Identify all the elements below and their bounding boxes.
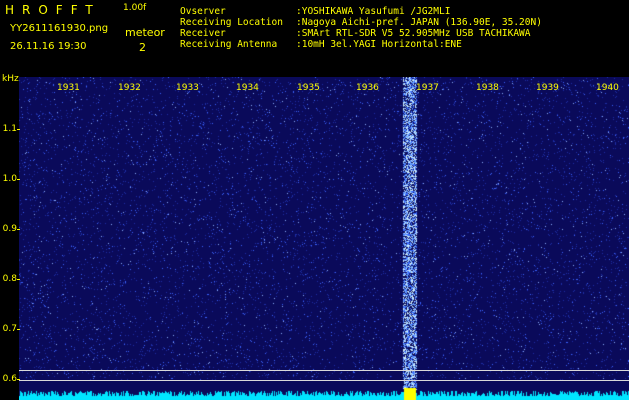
meteor-label: meteor <box>125 26 165 39</box>
info-value: :YOSHIKAWA Yasufumi /JG2MLI <box>296 6 451 17</box>
info-value: :10mH 3el.YAGI Horizontal:ENE <box>296 39 462 50</box>
info-label: Receiving Antenna <box>180 39 278 50</box>
x-tick-label: 1940 <box>596 83 619 93</box>
file-name: YY2611161930.png <box>10 23 109 34</box>
x-tick-label: 1931 <box>57 83 80 93</box>
info-row-location: Receiving Location :Nagoya Aichi-pref. J… <box>180 17 542 28</box>
x-tick-label: 1939 <box>536 83 559 93</box>
x-tick-label: 1937 <box>416 83 439 93</box>
app-version: 1.00f <box>123 3 147 13</box>
y-tick <box>17 179 20 180</box>
spectrogram-canvas <box>19 77 629 400</box>
app-title: HROFFT <box>5 3 101 17</box>
x-tick-label: 1938 <box>476 83 499 93</box>
date-time: 26.11.16 19:30 <box>10 41 87 52</box>
info-row-antenna: Receiving Antenna :10mH 3el.YAGI Horizon… <box>180 39 542 50</box>
y-tick-label: 0.6 <box>2 374 17 384</box>
info-label: Receiver <box>180 28 226 39</box>
y-tick <box>17 129 20 130</box>
y-tick <box>17 329 20 330</box>
x-tick-label: 1932 <box>118 83 141 93</box>
info-value: :SMArt RTL-SDR V5 52.905MHz USB TACHIKAW… <box>296 28 531 39</box>
info-label: Ovserver <box>180 6 226 17</box>
y-tick <box>17 279 20 280</box>
info-label: Receiving Location <box>180 17 283 28</box>
y-tick-label: 0.8 <box>2 274 17 284</box>
station-info: Ovserver :YOSHIKAWA Yasufumi /JG2MLI Rec… <box>180 6 542 50</box>
x-tick-label: 1936 <box>356 83 379 93</box>
info-row-observer: Ovserver :YOSHIKAWA Yasufumi /JG2MLI <box>180 6 542 17</box>
threshold-line <box>19 370 629 371</box>
threshold-line <box>19 380 629 381</box>
info-row-receiver: Receiver :SMArt RTL-SDR V5 52.905MHz USB… <box>180 28 542 39</box>
x-tick-label: 1934 <box>236 83 259 93</box>
info-value: :Nagoya Aichi-pref. JAPAN (136.90E, 35.2… <box>296 17 542 28</box>
y-tick-label: 1.0 <box>2 174 17 184</box>
x-tick-label: 1933 <box>176 83 199 93</box>
y-tick-label: 1.1 <box>2 124 17 134</box>
y-axis-unit: kHz <box>2 74 19 84</box>
y-tick <box>17 229 20 230</box>
y-tick-label: 0.9 <box>2 224 17 234</box>
meteor-count: 2 <box>139 41 146 54</box>
spectrogram <box>19 77 629 400</box>
hrofft-window: HROFFT 1.00f YY2611161930.png 26.11.16 1… <box>0 0 629 400</box>
x-tick-label: 1935 <box>297 83 320 93</box>
y-tick-label: 0.7 <box>2 324 17 334</box>
